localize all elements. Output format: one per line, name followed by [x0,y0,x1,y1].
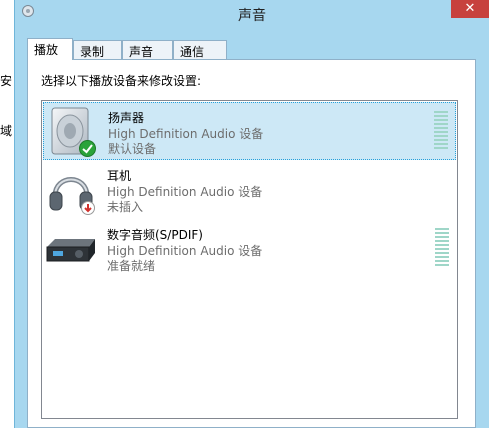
meter-segment [435,252,449,254]
meter-segment [434,143,448,145]
tab-sounds[interactable]: 声音 [122,40,173,59]
default-check-icon [79,140,96,157]
meter-segment [435,248,449,250]
volume-meter [434,111,448,153]
tab-playback[interactable]: 播放 [27,38,73,60]
device-item-speaker[interactable]: 扬声器 High Definition Audio 设备 默认设备 [43,102,456,160]
background-text: 域 [0,124,13,138]
device-name: 扬声器 [108,111,145,125]
playback-panel: 选择以下播放设备来修改设置: 扬声器 High Definition Audio… [27,59,476,428]
meter-segment [434,139,448,141]
device-list[interactable]: 扬声器 High Definition Audio 设备 默认设备 耳机 Hig… [41,100,458,419]
device-status: 默认设备 [108,142,157,156]
background-text: 安 [0,74,13,88]
device-status: 未插入 [107,200,144,214]
meter-segment [434,119,448,121]
meter-segment [435,256,449,258]
title-bar[interactable]: 声音 ✕ [15,0,489,26]
device-status: 准备就绪 [107,259,156,273]
instructions-label: 选择以下播放设备来修改设置: [41,74,202,88]
meter-segment [435,244,449,246]
meter-segment [434,123,448,125]
device-name: 数字音频(S/PDIF) [107,228,203,242]
window-title: 声音 [238,8,266,24]
meter-segment [434,135,448,137]
device-item-spdif[interactable]: 数字音频(S/PDIF) High Definition Audio 设备 准备… [43,220,456,278]
meter-segment [434,111,448,113]
meter-segment [435,236,449,238]
meter-segment [434,127,448,129]
volume-meter [435,228,449,270]
meter-segment [434,147,448,149]
close-button[interactable]: ✕ [451,0,489,18]
digital-audio-receiver-icon [45,223,97,275]
meter-segment [435,232,449,234]
meter-segment [435,260,449,262]
meter-segment [435,264,449,266]
sound-dialog: 声音 ✕ 播放 录制 声音 通信 选择以下播放设备来修改设置: 扬声器 High… [14,0,489,428]
device-item-headphones[interactable]: 耳机 High Definition Audio 设备 未插入 [43,161,456,219]
unplugged-icon [81,201,95,215]
meter-segment [434,131,448,133]
meter-segment [434,115,448,117]
meter-segment [435,240,449,242]
meter-segment [435,228,449,230]
device-name: 耳机 [107,169,132,183]
tab-recording[interactable]: 录制 [73,40,122,59]
background-window: 安 域 [0,0,14,428]
tab-communications[interactable]: 通信 [173,40,227,59]
